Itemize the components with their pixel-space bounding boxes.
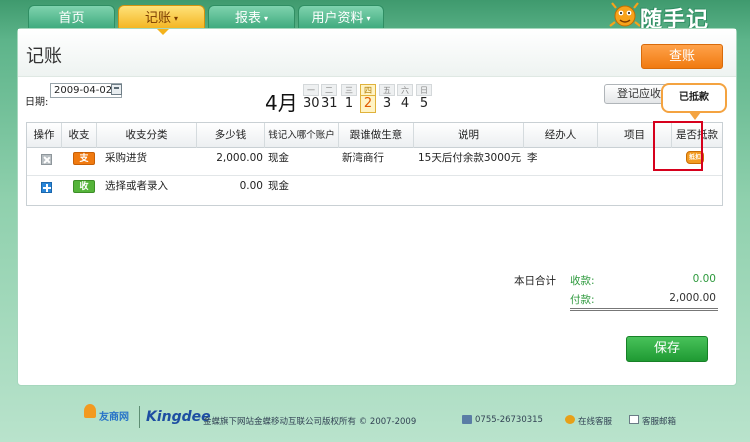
chat-icon <box>565 415 575 424</box>
partner-cell[interactable]: 新湾商行 <box>342 148 384 176</box>
current-month: 4月 <box>265 91 298 115</box>
week-day-mon[interactable]: 一 30 <box>303 84 320 112</box>
online-service-link[interactable]: 在线客服 <box>578 415 612 427</box>
col-header: 跟谁做生意 <box>339 123 414 148</box>
delete-icon[interactable] <box>41 154 52 165</box>
footer: 友商网 Kingdee 金蝶旗下网站金蝶移动互联公司版权所有 © 2007-20… <box>0 398 750 442</box>
phone-icon <box>462 415 472 424</box>
query-button[interactable]: 查账 <box>641 44 723 69</box>
total-divider <box>570 310 718 311</box>
daily-total-label: 本日合计 <box>514 275 556 287</box>
date-label: 日期: <box>25 97 49 108</box>
col-header: 操作 <box>27 123 62 148</box>
week-day-fri[interactable]: 五 3 <box>379 84 395 112</box>
day-number: 30 <box>303 96 320 111</box>
table-row: 收 选择或者录入 0.00 现金 <box>27 176 722 204</box>
weekday-label: 六 <box>397 84 413 96</box>
weekday-label: 四 <box>360 84 376 96</box>
weekday-label: 三 <box>341 84 357 96</box>
youshang-logo-icon <box>84 404 96 418</box>
week-day-wed[interactable]: 三 1 <box>341 84 357 112</box>
day-number: 4 <box>400 96 410 111</box>
col-header: 收支 <box>62 123 97 148</box>
week-day-thu[interactable]: 四 2 <box>360 84 376 113</box>
income-value: 0.00 <box>692 273 716 285</box>
col-header: 钱记入哪个账户 <box>265 123 339 148</box>
expense-value: 2,000.00 <box>669 292 716 304</box>
handler-cell[interactable]: 李 <box>527 148 538 176</box>
kingdee-logo[interactable]: Kingdee <box>146 409 211 425</box>
tab-label: 报表 <box>234 11 261 26</box>
weekday-label: 二 <box>321 84 337 96</box>
category-cell[interactable]: 采购进货 <box>105 148 147 176</box>
weekday-label: 日 <box>416 84 432 96</box>
table-header: 操作 收支 收支分类 多少钱 钱记入哪个账户 跟谁做生意 说明 经办人 项目 是… <box>27 123 722 148</box>
tab-label: 用户资料 <box>311 11 364 26</box>
day-number: 2 <box>360 96 376 113</box>
category-cell[interactable]: 选择或者录入 <box>105 176 168 204</box>
week-day-tue[interactable]: 二 31 <box>321 84 338 112</box>
amount-cell[interactable]: 2,000.00 <box>197 148 263 176</box>
day-number: 31 <box>321 96 338 111</box>
youshang-logo[interactable]: 友商网 <box>99 408 129 423</box>
email-service-link[interactable]: 客服邮箱 <box>642 415 676 427</box>
col-header: 是否抵款 <box>676 129 718 141</box>
table-row: 支 采购进货 2,000.00 现金 新湾商行 15天后付余款3000元 李 抵… <box>27 148 722 176</box>
col-header: 多少钱 <box>197 123 265 148</box>
chevron-down-icon: ▾ <box>174 14 179 23</box>
total-divider <box>570 308 718 309</box>
chevron-down-icon: ▾ <box>264 14 269 23</box>
add-icon[interactable] <box>41 182 52 193</box>
offset-tooltip: 已抵款 <box>661 83 727 120</box>
panel-header: 记账 查账 <box>18 29 736 77</box>
tab-user-profile[interactable]: 用户资料 ▾ <box>298 5 384 30</box>
tab-bookkeeping[interactable]: 记账 ▾ <box>118 5 205 30</box>
tab-label: 记账 <box>144 11 171 26</box>
footer-divider <box>139 406 140 428</box>
income-badge[interactable]: 收 <box>73 180 95 193</box>
tab-label: 首页 <box>58 11 85 26</box>
account-cell[interactable]: 现金 <box>268 176 289 204</box>
chevron-down-icon: ▾ <box>366 14 371 23</box>
weekday-label: 一 <box>303 84 319 96</box>
note-cell[interactable]: 15天后付余款3000元 <box>418 148 521 176</box>
expense-badge[interactable]: 支 <box>73 152 95 165</box>
amount-cell[interactable]: 0.00 <box>197 176 263 204</box>
week-day-sat[interactable]: 六 4 <box>397 84 413 112</box>
col-header: 收支分类 <box>97 123 197 148</box>
calendar-icon[interactable] <box>111 84 122 95</box>
copyright-text: 金蝶旗下网站金蝶移动互联公司版权所有 © 2007-2009 <box>203 417 417 427</box>
phone-number: 0755-26730315 <box>475 415 543 425</box>
day-number: 5 <box>419 96 429 111</box>
income-label: 收款: <box>570 275 595 287</box>
tab-reports[interactable]: 报表 ▾ <box>208 5 295 30</box>
page-title: 记账 <box>26 46 62 67</box>
col-header: 项目 <box>598 123 672 148</box>
col-header: 说明 <box>414 123 524 148</box>
day-number: 1 <box>344 96 354 111</box>
top-nav: 首页 记账 ▾ 报表 ▾ 用户资料 ▾ 随手记 <box>0 0 750 35</box>
tab-home[interactable]: 首页 <box>28 5 115 30</box>
weekday-label: 五 <box>379 84 395 96</box>
offset-status-icon[interactable]: 抵扣 <box>686 151 704 164</box>
col-header: 经办人 <box>524 123 598 148</box>
mail-icon <box>629 415 639 424</box>
entries-table: 操作 收支 收支分类 多少钱 钱记入哪个账户 跟谁做生意 说明 经办人 项目 是… <box>26 122 723 206</box>
day-number: 3 <box>382 96 392 111</box>
account-cell[interactable]: 现金 <box>268 148 289 176</box>
week-day-sun[interactable]: 日 5 <box>416 84 432 112</box>
expense-label: 付款: <box>570 294 595 306</box>
save-button[interactable]: 保存 <box>626 336 708 362</box>
active-tab-pointer <box>157 29 169 35</box>
main-panel: 记账 查账 日期: 2009-04-02 4月 一 30 二 31 三 1 四 … <box>17 28 737 386</box>
